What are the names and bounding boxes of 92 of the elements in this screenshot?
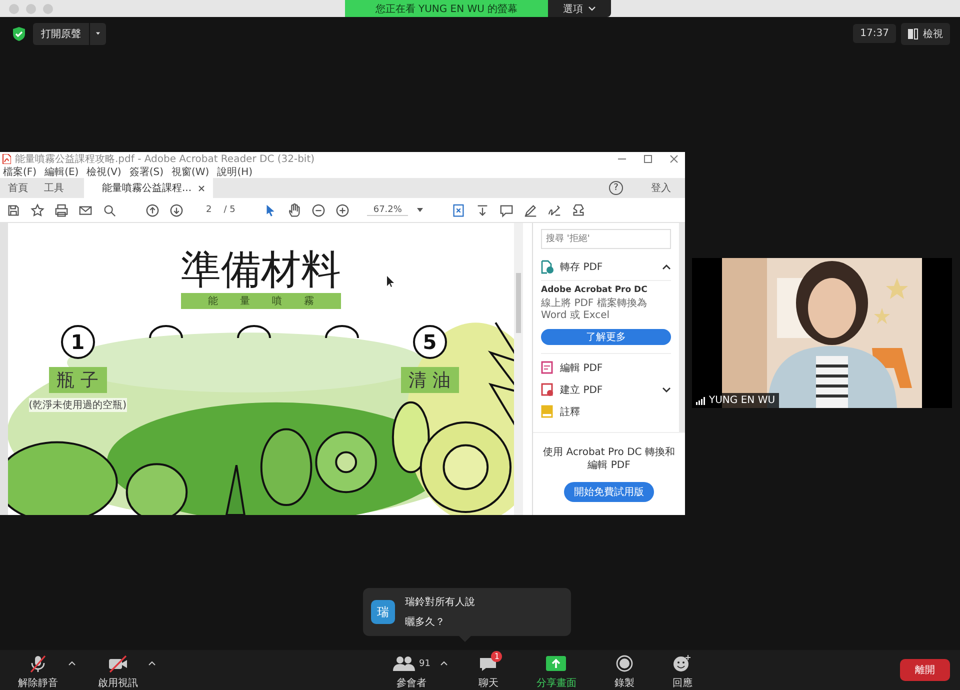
tool-item[interactable]: 註釋	[541, 403, 672, 420]
file-icon	[541, 382, 554, 396]
tab[interactable]: 能量噴霧公益課程...	[84, 178, 213, 198]
arrow-up-icon[interactable]	[145, 202, 160, 218]
learn-more-button[interactable]: 了解更多	[541, 329, 672, 345]
comment-icon	[541, 404, 554, 418]
cursor-icon	[386, 276, 395, 287]
share-banner: 您正在看 YUNG EN WU 的螢幕	[345, 0, 548, 17]
circle-outline	[324, 325, 360, 339]
sign-in-button[interactable]: 登入	[645, 178, 677, 198]
help-button[interactable]: ?	[609, 181, 623, 195]
page-total: / 5	[224, 205, 236, 215]
menu-item[interactable]: 檔案(F)	[3, 164, 37, 178]
leave-button[interactable]: 離開	[900, 659, 950, 681]
smiley-icon	[673, 655, 692, 672]
zoom-in-icon[interactable]	[335, 202, 350, 218]
item-label: 清油	[400, 367, 459, 393]
chevron-icon[interactable]	[662, 264, 672, 270]
chat-button[interactable]: 1 聊天	[470, 650, 506, 690]
menu-item[interactable]: 編輯(E)	[44, 164, 79, 178]
caret-icon[interactable]	[148, 660, 156, 666]
menu-item[interactable]: 簽署(S)	[129, 164, 164, 178]
circle-outline	[148, 325, 184, 339]
zoom-out-icon[interactable]	[311, 202, 326, 218]
participants-button[interactable]: 91 參會者	[385, 650, 438, 690]
tab[interactable]: 工具	[36, 178, 72, 198]
search-icon[interactable]	[102, 202, 117, 218]
shield-icon[interactable]	[12, 26, 26, 42]
comment-icon[interactable]	[498, 202, 514, 218]
tool-item[interactable]: 轉存 PDF	[541, 258, 672, 275]
number-circle: 1	[60, 325, 95, 359]
trial-button[interactable]: 開始免費試用版	[564, 482, 654, 502]
menu-item[interactable]: 視窗(W)	[172, 164, 210, 178]
number-circle: 5	[412, 325, 447, 359]
avatar: 瑞	[371, 600, 395, 624]
audio-button[interactable]: 打開原聲	[33, 22, 89, 44]
search-field[interactable]: 搜尋 '拒絕'	[541, 229, 672, 249]
unmute-button[interactable]: 解除靜音	[10, 650, 66, 690]
reactions-button[interactable]: 回應	[664, 650, 700, 690]
hand-icon[interactable]	[287, 202, 302, 218]
item-note: (乾淨未使用過的空瓶)	[28, 398, 127, 412]
signal-icon	[696, 396, 705, 404]
share-screen-icon	[546, 656, 566, 671]
product-name: Adobe Acrobat Pro DC	[541, 285, 648, 295]
description: 線上將 PDF 檔案轉換為 Word 或 Excel	[541, 298, 648, 322]
caret-icon	[588, 6, 596, 12]
view-button[interactable]: 檢視	[901, 22, 950, 44]
tool-item[interactable]: 編輯 PDF	[541, 359, 672, 376]
signature-icon[interactable]	[546, 202, 562, 218]
maximize-icon[interactable]	[643, 154, 653, 164]
pen-icon[interactable]	[522, 202, 538, 218]
clock: 17:37	[853, 24, 896, 43]
arrow-down-icon[interactable]	[169, 202, 184, 218]
tab[interactable]: 首頁	[0, 178, 36, 198]
chat-message: 曬多久？	[405, 616, 446, 629]
circle-outline	[236, 325, 272, 339]
start-video-button[interactable]: 啟用視訊	[90, 650, 146, 690]
fit-page-icon[interactable]	[450, 202, 466, 218]
record-button[interactable]: 錄製	[606, 650, 642, 690]
participant-count: 91	[419, 658, 430, 668]
print-icon[interactable]	[54, 202, 69, 218]
slide-title: 準備材料	[181, 247, 342, 293]
layout-icon	[908, 28, 918, 40]
file-icon	[541, 260, 554, 274]
close-icon[interactable]	[669, 154, 679, 164]
people-icon	[393, 656, 415, 672]
scrollbar-thumb[interactable]	[516, 273, 522, 333]
caret-icon[interactable]	[440, 660, 448, 666]
tool-item[interactable]: 建立 PDF	[541, 381, 672, 398]
window-title: 能量噴霧公益課程攻略.pdf - Adobe Acrobat Reader DC (32-bit)	[15, 152, 315, 166]
promo-text: 使用 Acrobat Pro DC 轉換和編輯 PDF	[542, 446, 676, 472]
share-button[interactable]: 分享畫面	[528, 650, 584, 690]
menu-item[interactable]: 說明(H)	[217, 164, 253, 178]
caret-icon[interactable]	[416, 208, 423, 212]
star-icon[interactable]	[30, 202, 45, 218]
options-button[interactable]: 選項	[548, 0, 611, 17]
item-label: 瓶子	[48, 367, 107, 393]
save-icon[interactable]	[6, 202, 21, 218]
name-text: YUNG EN WU	[709, 395, 776, 406]
menu-item[interactable]: 檢視(V)	[86, 164, 122, 178]
slide-subtitle: 能量噴霧	[181, 293, 342, 309]
caret-icon[interactable]	[68, 660, 76, 666]
notification-badge: 1	[491, 650, 502, 662]
caret-icon	[96, 31, 100, 36]
zoom-field[interactable]: 67.2%	[367, 204, 408, 216]
chat-sender: 瑞鈴對所有人說	[405, 596, 475, 609]
close-icon[interactable]	[198, 184, 205, 192]
record-icon	[616, 655, 633, 672]
page-field[interactable]: 2	[203, 205, 215, 215]
stamp-icon[interactable]	[570, 202, 586, 218]
edit-icon	[541, 360, 554, 374]
chevron-icon[interactable]	[662, 386, 672, 392]
